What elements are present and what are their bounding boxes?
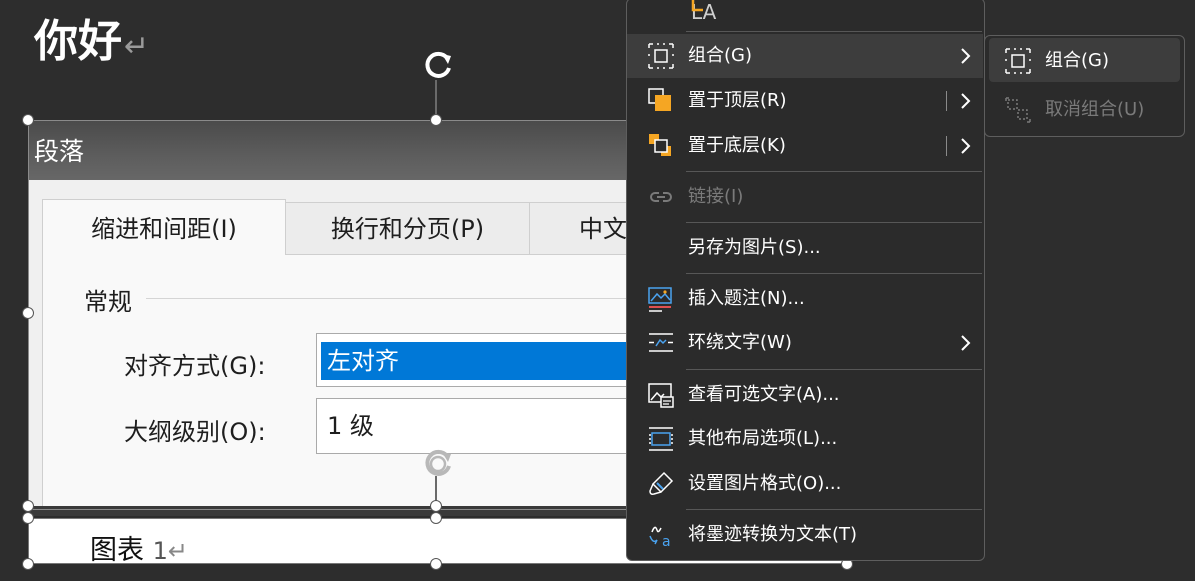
menu-item-link[interactable]: 链接(I) [627, 175, 983, 219]
group-icon [1005, 48, 1031, 74]
menu-item-label: 查看可选文字(A)... [688, 384, 840, 405]
submenu-item-group[interactable]: 组合(G) [989, 38, 1180, 82]
group-icon [648, 43, 674, 69]
menu-separator [686, 171, 982, 172]
menu-item-ink-to-text[interactable]: a 将墨迹转换为文本(T) [627, 513, 983, 557]
menu-item-label: 置于顶层(R) [688, 90, 787, 111]
paragraph-mark-icon: ↵ [167, 537, 188, 565]
menu-separator [686, 31, 982, 32]
menu-separator [686, 222, 982, 223]
resize-handle-bottom-left[interactable] [22, 500, 34, 512]
menu-item-send-to-back[interactable]: 置于底层(K) [627, 124, 983, 168]
menu-item-save-as-picture[interactable]: 另存为图片(S)... [627, 226, 983, 270]
resize-handle-top-left[interactable] [22, 114, 34, 126]
resize-handle-top-left[interactable] [22, 512, 34, 524]
svg-text:a: a [662, 534, 671, 548]
menu-item-label: 组合(G) [688, 45, 752, 66]
menu-item-view-alt-text[interactable]: 查看可选文字(A)... [627, 373, 983, 417]
menu-item-bring-to-front[interactable]: 置于顶层(R) [627, 79, 983, 123]
menu-item-wrap-text[interactable]: 环绕文字(W) [627, 321, 983, 365]
ungroup-icon [1005, 97, 1031, 123]
menu-item-label: 其他布局选项(L)... [688, 428, 838, 449]
menu-item-label: 设置图片格式(O)... [688, 473, 842, 494]
paragraph-mark-icon: ↵ [124, 29, 150, 64]
resize-handle-bottom-left[interactable] [22, 558, 34, 570]
rotate-handle-icon[interactable] [420, 48, 456, 84]
submenu-item-label: 组合(G) [1045, 50, 1109, 71]
chevron-right-icon [961, 48, 971, 64]
chevron-right-icon[interactable] [959, 136, 971, 156]
menu-item-label: 置于底层(K) [688, 135, 786, 156]
heading-text: 你好 [34, 16, 122, 67]
resize-handle-top[interactable] [430, 114, 442, 126]
submenu-item-label: 取消组合(U) [1045, 99, 1145, 120]
menu-item-label: 另存为图片(S)... [688, 237, 821, 258]
menu-item-partial[interactable]: LA [627, 0, 983, 34]
resize-handle-left[interactable] [22, 307, 34, 319]
wrap-text-icon [649, 333, 673, 352]
resize-handle-top[interactable] [430, 512, 442, 524]
submenu-item-ungroup[interactable]: 取消组合(U) [989, 87, 1180, 131]
ink-to-text-icon: a [649, 526, 671, 548]
menu-item-label: 插入题注(N)... [688, 288, 805, 309]
link-icon [650, 192, 672, 202]
menu-item-group[interactable]: 组合(G) [627, 34, 983, 78]
menu-separator [686, 273, 982, 274]
resize-handle-bottom[interactable] [430, 558, 442, 570]
caption-label: 图表 [90, 535, 144, 566]
format-picture-icon [649, 471, 674, 495]
menu-separator [686, 369, 982, 370]
split-divider [946, 136, 947, 156]
menu-item-label: 环绕文字(W) [688, 332, 792, 353]
menu-item-more-layout-options[interactable]: 其他布局选项(L)... [627, 417, 983, 461]
send-to-back-icon [649, 134, 671, 156]
menu-separator [686, 509, 982, 510]
menu-item-label: 将墨迹转换为文本(T) [688, 524, 858, 545]
document-heading[interactable]: 你好↵ [34, 20, 149, 64]
split-divider [946, 91, 947, 111]
menu-item-label: 链接(I) [688, 186, 744, 207]
menu-item-format-picture[interactable]: 设置图片格式(O)... [627, 462, 983, 506]
chevron-right-icon[interactable] [959, 91, 971, 111]
resize-handle-bottom[interactable] [430, 500, 442, 512]
menu-item-insert-caption[interactable]: 插入题注(N)... [627, 277, 983, 321]
insert-caption-icon [648, 287, 672, 312]
layout-options-icon [649, 427, 673, 451]
partial-top-icon [691, 0, 703, 12]
alt-text-icon [648, 383, 674, 408]
rotate-handle-icon[interactable] [420, 446, 456, 482]
chevron-right-icon [961, 335, 971, 351]
bring-to-front-icon [648, 88, 671, 111]
caption-text[interactable]: 图表 1↵ [90, 528, 188, 567]
caption-number: 1 [152, 537, 168, 565]
